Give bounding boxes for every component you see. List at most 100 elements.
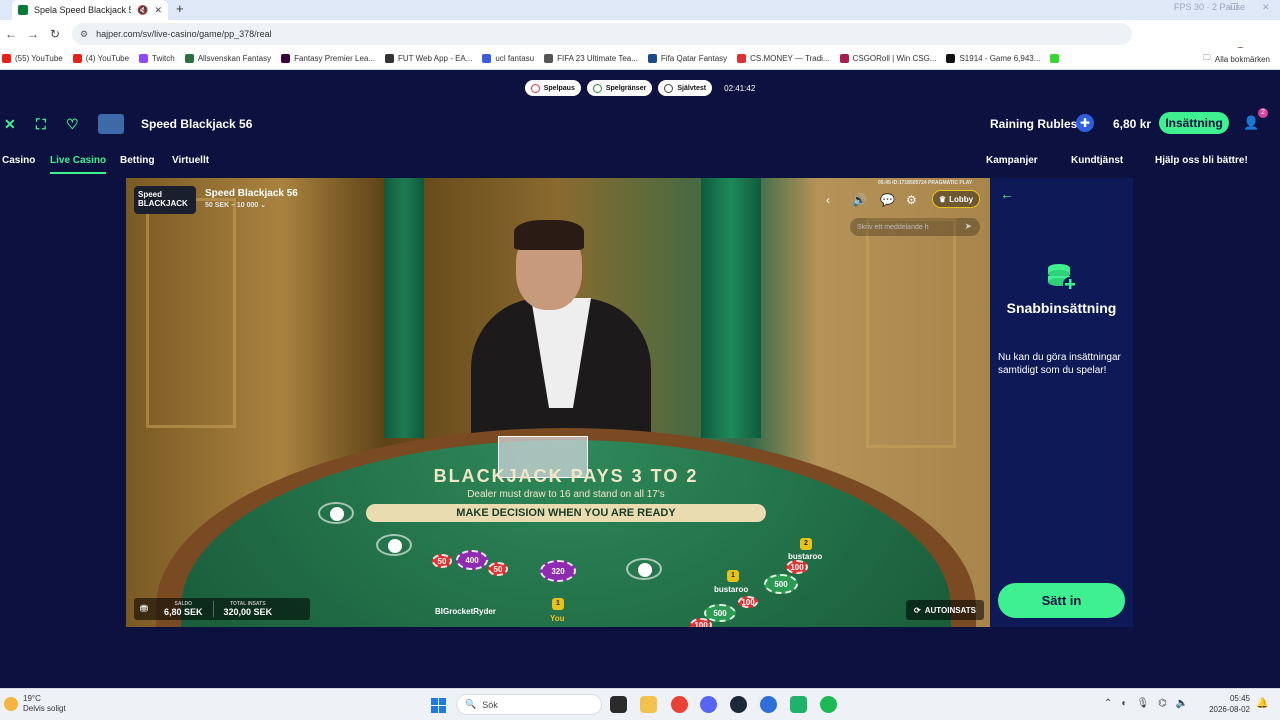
restore-window-icon[interactable]: ❐: [1230, 2, 1238, 13]
nav-feedback[interactable]: Hjälp oss bli bättre!: [1155, 155, 1248, 166]
user-icon[interactable]: 👤: [1243, 115, 1259, 131]
app-icon[interactable]: [790, 696, 807, 713]
task-view-icon[interactable]: [610, 696, 627, 713]
site-info-icon[interactable]: ⚙: [80, 29, 88, 40]
bookmark-item[interactable]: FUT Web App - EA...: [385, 54, 472, 63]
close-icon[interactable]: ✕: [4, 116, 16, 133]
ea-app-icon[interactable]: [760, 696, 777, 713]
browser-tab-active[interactable]: Spela Speed Blackjack 56 C 🔇 ✕: [12, 0, 168, 20]
lobby-button[interactable]: ♛ Lobby: [932, 190, 980, 208]
limits-icon: [592, 83, 602, 93]
deposit-now-button[interactable]: Sätt in: [998, 583, 1125, 618]
bookmark-item[interactable]: CS.MONEY — Tradi...: [737, 54, 830, 63]
chip: 100: [738, 596, 758, 608]
bookmark-item[interactable]: (4) YouTube: [72, 54, 129, 63]
back-icon[interactable]: ←: [0, 27, 22, 41]
sjalvtest-button[interactable]: Självtest: [658, 80, 713, 96]
autobet-icon: ⟳: [914, 605, 921, 615]
network-icon[interactable]: ⌬: [1158, 698, 1167, 709]
seat-number-badge: 1: [552, 598, 564, 610]
wall-panel: [146, 198, 236, 428]
microphone-icon[interactable]: 🎙: [1136, 698, 1149, 709]
bookmark-item[interactable]: CSGORoll | Win CSG...: [839, 54, 936, 63]
weather-widget[interactable]: 19°C Delvis soligt: [4, 694, 66, 714]
nav-casino[interactable]: Casino: [2, 155, 35, 166]
chip: 500: [704, 604, 736, 622]
volume-icon[interactable]: 🔈: [1176, 698, 1188, 709]
steam-icon[interactable]: [730, 696, 747, 713]
bookmark-icon: [72, 54, 82, 63]
close-tab-icon[interactable]: ✕: [154, 5, 162, 16]
game-header: ✕ ⛶ ♡ Speed Blackjack 56 Raining Rubles …: [0, 108, 1280, 139]
nav-betting[interactable]: Betting: [120, 155, 154, 166]
bookmark-item[interactable]: Fantasy Premier Lea...: [281, 54, 375, 63]
back-arrow-icon[interactable]: ←: [1000, 186, 1014, 202]
chevron-left-icon[interactable]: ‹: [826, 193, 830, 207]
nav-virtuellt[interactable]: Virtuellt: [172, 155, 209, 166]
forward-icon[interactable]: →: [22, 27, 44, 41]
bookmark-icon: [139, 54, 149, 63]
mute-tab-icon[interactable]: 🔇: [137, 5, 148, 16]
bookmark-icon: [544, 54, 554, 63]
send-icon[interactable]: ➤: [964, 221, 972, 232]
all-bookmarks-button[interactable]: 🗀 Alla bokmärken: [1203, 52, 1270, 66]
bookmark-item[interactable]: S1914 - Game 6,943...: [946, 54, 1040, 63]
volume-icon[interactable]: 🔊: [852, 193, 867, 207]
deposit-button[interactable]: Insättning: [1159, 112, 1229, 134]
bet-behind-icon: [638, 563, 652, 577]
bookmark-icon: [281, 54, 291, 63]
chip: 100: [786, 560, 808, 574]
bookmark-item[interactable]: (55) YouTube: [2, 54, 63, 63]
nav-live-casino[interactable]: Live Casino: [50, 155, 107, 174]
quick-deposit-panel: ← Snabbinsättning Nu kan du göra insättn…: [990, 178, 1133, 627]
sun-icon: [4, 697, 18, 711]
bookmark-item[interactable]: FIFA 23 Ultimate Tea...: [544, 54, 638, 63]
taskbar-search-input[interactable]: 🔍 Sök: [456, 694, 602, 715]
bookmark-item[interactable]: Fifa Qatar Fantasy: [647, 54, 727, 63]
folder-icon: 🗀: [1202, 53, 1211, 62]
game-logo: Speed BLACKJACK: [134, 186, 196, 214]
system-clock[interactable]: 05:45 2026-08-02: [1206, 693, 1250, 715]
live-game-stage[interactable]: BLACKJACK PAYS 3 TO 2 Dealer must draw t…: [126, 178, 990, 627]
payout-text: BLACKJACK PAYS 3 TO 2: [433, 466, 699, 486]
settings-gear-icon[interactable]: ⚙: [906, 193, 917, 207]
nav-kundtjanst[interactable]: Kundtjänst: [1071, 155, 1123, 166]
discord-icon[interactable]: [700, 696, 717, 713]
spelpaus-button[interactable]: Spelpaus: [524, 80, 581, 96]
fullscreen-icon[interactable]: ⛶: [36, 116, 46, 133]
nav-kampanjer[interactable]: Kampanjer: [986, 155, 1038, 166]
bookmark-item[interactable]: Twitch: [139, 54, 175, 63]
spotify-icon[interactable]: [820, 696, 837, 713]
browser-tab-bar: Spela Speed Blackjack 56 C 🔇 ✕ + FPS 30 …: [0, 0, 1280, 20]
panel-title: Snabbinsättning: [1006, 300, 1117, 316]
table-limits-dropdown[interactable]: 50 SEK – 10 000 ⌄: [205, 201, 266, 209]
panel-description: Nu kan du göra insättningar samtidigt so…: [998, 352, 1121, 376]
bet-behind-icon: [388, 539, 402, 553]
chevron-up-icon[interactable]: ⌃: [1104, 698, 1112, 709]
promo-name[interactable]: Raining Rubles: [990, 117, 1077, 131]
bookmark-item[interactable]: ucl fantasu: [482, 54, 534, 63]
security-icon[interactable]: ◐: [1121, 698, 1127, 709]
spelgranser-button[interactable]: Spelgränser: [586, 80, 653, 96]
windows-start-icon[interactable]: [431, 698, 446, 713]
tab-title: Spela Speed Blackjack 56 C: [34, 5, 132, 15]
favorite-heart-icon[interactable]: ♡: [66, 116, 79, 133]
chat-input[interactable]: Skriv ett meddelande h ➤: [850, 218, 980, 236]
file-explorer-icon[interactable]: [640, 696, 657, 713]
autobet-button[interactable]: ⟳ AUTOINSATS: [906, 600, 984, 620]
new-tab-icon[interactable]: +: [176, 1, 184, 16]
chip: 50: [432, 554, 452, 568]
reload-icon[interactable]: ↻: [44, 27, 66, 41]
notification-icon[interactable]: 🔔: [1256, 698, 1268, 709]
promo-plus-icon[interactable]: ✚: [1076, 114, 1094, 132]
bookmark-item[interactable]: [1050, 54, 1063, 63]
address-input[interactable]: ⚙ hajper.com/sv/live-casino/game/pp_378/…: [72, 23, 1132, 45]
notification-badge: 2: [1258, 108, 1268, 118]
chat-icon[interactable]: 💬: [880, 193, 895, 207]
bookmark-item[interactable]: Allsvenskan Fantasy: [184, 54, 271, 63]
chip-stack-icon[interactable]: ⛃: [134, 604, 154, 615]
bookmark-icon: [385, 54, 395, 63]
close-window-icon[interactable]: ✕: [1262, 2, 1270, 13]
seat-number-badge: 1: [727, 570, 739, 582]
chrome-icon[interactable]: [671, 696, 688, 713]
